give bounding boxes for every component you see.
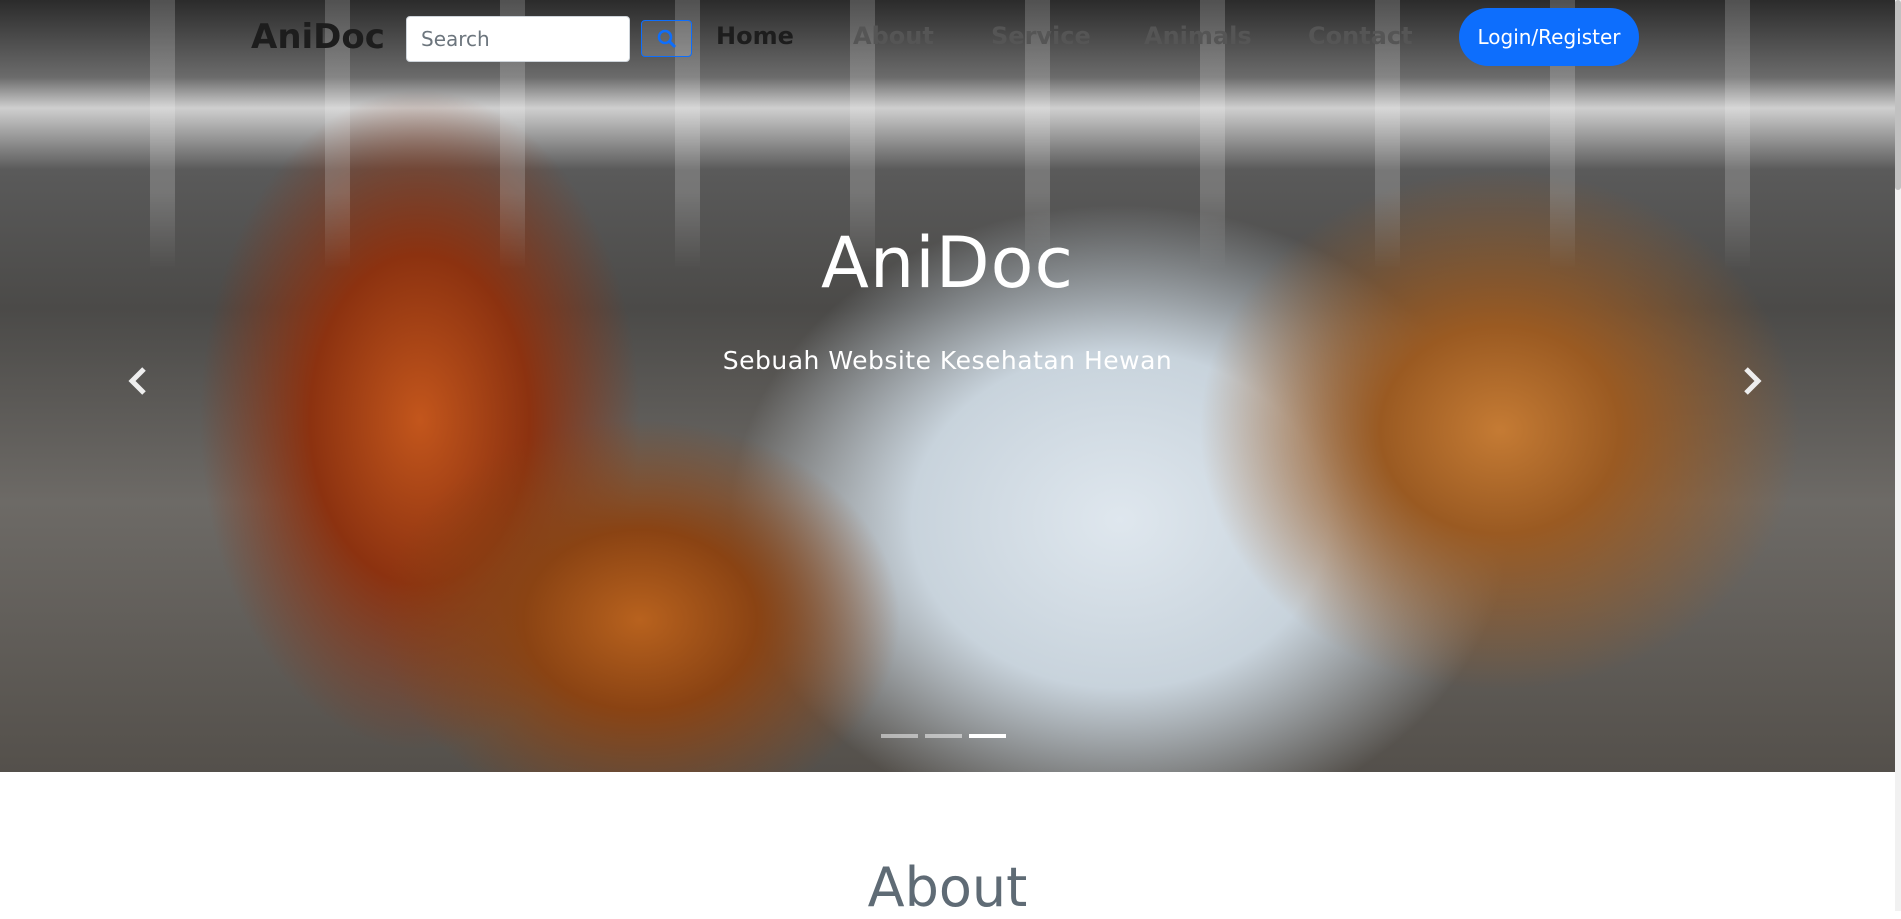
hero-title: AniDoc [821,222,1074,304]
nav-link-home[interactable]: Home [716,22,794,50]
about-heading: About [867,856,1028,919]
nav-link-animals[interactable]: Animals [1144,22,1252,50]
chevron-right-icon [1741,365,1763,405]
chevron-left-icon [127,365,149,405]
nav-link-about[interactable]: About [853,22,934,50]
navbar: AniDoc Home About Service Animals Contac… [0,0,1895,78]
nav-link-contact[interactable]: Contact [1308,22,1413,50]
carousel-next-button[interactable] [1732,365,1772,405]
scrollbar-thumb[interactable] [1895,0,1901,190]
search-button[interactable] [641,20,692,57]
login-register-button[interactable]: Login/Register [1459,8,1639,66]
scrollbar-track[interactable] [1895,0,1901,911]
hero-subtitle: Sebuah Website Kesehatan Hewan [722,346,1173,375]
carousel-indicator[interactable] [881,734,918,738]
carousel-indicator[interactable] [925,734,962,738]
carousel-prev-button[interactable] [118,365,158,405]
brand-logo[interactable]: AniDoc [251,17,385,57]
search-input[interactable] [406,16,630,62]
carousel-indicators [881,734,1006,738]
carousel-indicator-active[interactable] [969,734,1006,738]
nav-link-service[interactable]: Service [991,22,1091,50]
hero-carousel: AniDoc Sebuah Website Kesehatan Hewan [0,0,1895,772]
